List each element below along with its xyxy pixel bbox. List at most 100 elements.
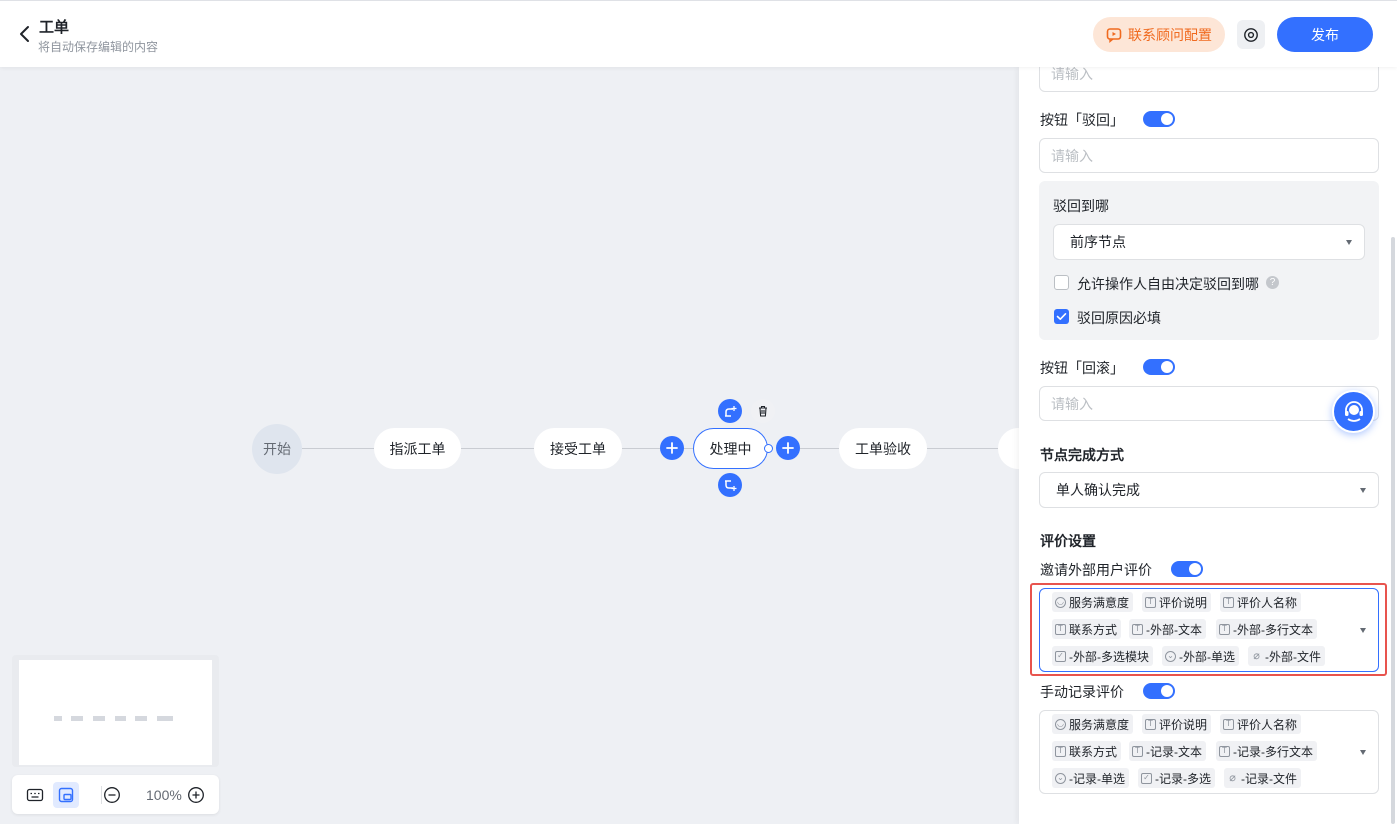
field-tag-label: -外部-文本: [1146, 622, 1202, 637]
help-icon[interactable]: ?: [1266, 276, 1279, 289]
checkmark-icon: [1056, 313, 1067, 320]
field-tag: T 联系方式: [1052, 741, 1122, 761]
flow-node-start[interactable]: 开始: [252, 424, 302, 474]
page-title: 工单: [39, 19, 70, 36]
reason-required-checkbox[interactable]: [1054, 309, 1069, 324]
headset-icon: [1344, 400, 1363, 422]
text-field-icon: T: [1223, 718, 1234, 730]
flow-node-processing[interactable]: 处理中: [693, 428, 768, 469]
invite-external-toggle[interactable]: [1171, 561, 1203, 577]
flow-node-acceptance[interactable]: 工单验收: [839, 428, 927, 469]
field-tag-label: -外部-多行文本: [1233, 622, 1313, 637]
completion-method-value: 单人确认完成: [1056, 482, 1140, 498]
top-header: 工单 将自动保存编辑的内容 联系顾问配置 发布: [0, 0, 1397, 67]
field-tag: ⌄ -记录-单选: [1052, 768, 1129, 788]
radio-field-icon: ⌄: [1165, 650, 1176, 662]
reject-button-text-input[interactable]: 请输入: [1039, 138, 1379, 173]
branch-add-icon: [724, 479, 736, 491]
minimap-node: [54, 716, 62, 721]
text-field-icon: T: [1223, 596, 1234, 608]
text-field-icon: T: [1145, 596, 1156, 608]
field-tag: ⌀ -记录-文件: [1224, 768, 1301, 788]
plus-circle-icon: [188, 787, 204, 803]
connection-port[interactable]: [764, 444, 773, 453]
field-tag: T -外部-多行文本: [1216, 619, 1317, 639]
field-tag: ✓ -记录-多选: [1138, 768, 1215, 788]
eye-icon: [1244, 27, 1258, 42]
field-tag: T 评价说明: [1142, 714, 1212, 734]
text-field-icon: T: [1219, 623, 1230, 635]
add-node-after-button[interactable]: [776, 436, 800, 460]
zoom-level: 100%: [146, 787, 182, 803]
zoom-in-button[interactable]: [183, 782, 209, 808]
completion-method-select[interactable]: 单人确认完成: [1039, 472, 1379, 508]
flow-connector: [622, 448, 660, 449]
rollback-button-toggle[interactable]: [1143, 359, 1175, 375]
minus-circle-icon: [104, 787, 120, 803]
field-tag: T 评价人名称: [1220, 714, 1302, 734]
add-branch-down-button[interactable]: [718, 473, 742, 497]
allow-free-choice-checkbox[interactable]: [1054, 275, 1069, 290]
field-tag-label: 联系方式: [1069, 744, 1118, 759]
reason-required-label: 驳回原因必填: [1077, 310, 1161, 326]
field-tag: ⌀ -外部-文件: [1248, 646, 1325, 666]
plus-icon: [782, 442, 794, 454]
satisfaction-icon: ◡: [1055, 596, 1066, 608]
back-arrow-icon[interactable]: [18, 25, 32, 43]
field-tag: T -记录-多行文本: [1216, 741, 1317, 761]
minimap-toggle-button[interactable]: [53, 782, 79, 808]
allow-free-choice-label: 允许操作人自由决定驳回到哪: [1077, 276, 1259, 292]
completion-method-title: 节点完成方式: [1040, 447, 1124, 463]
reject-button-toggle[interactable]: [1143, 111, 1175, 127]
delete-node-button[interactable]: [751, 399, 775, 423]
field-tag: T 联系方式: [1052, 619, 1122, 639]
rollback-button-text-input[interactable]: 请输入: [1039, 386, 1379, 421]
field-tag-label: 评价说明: [1159, 595, 1208, 610]
flow-node-accept[interactable]: 接受工单: [534, 428, 622, 469]
autosave-hint: 将自动保存编辑的内容: [38, 40, 159, 54]
preview-button[interactable]: [1237, 20, 1265, 49]
field-tag: T -外部-文本: [1129, 619, 1206, 639]
minimap[interactable]: [12, 655, 219, 767]
field-tag: ◡ 服务满意度: [1052, 714, 1134, 734]
text-field-icon: T: [1055, 623, 1066, 635]
add-node-before-button[interactable]: [660, 436, 684, 460]
field-tag-label: -记录-多行文本: [1233, 744, 1313, 759]
contact-consultant-button[interactable]: 联系顾问配置: [1093, 17, 1225, 52]
field-tag-label: -外部-单选: [1179, 649, 1235, 664]
minimap-node: [157, 716, 173, 721]
branch-add-icon: [724, 405, 736, 417]
zoom-out-button[interactable]: [99, 782, 125, 808]
flow-connector: [800, 448, 839, 449]
reject-to-label: 驳回到哪: [1053, 198, 1109, 214]
flow-node-assign[interactable]: 指派工单: [374, 428, 461, 469]
field-tag-label: 服务满意度: [1069, 595, 1130, 610]
field-tag: T 评价人名称: [1220, 592, 1302, 612]
manual-record-label: 手动记录评价: [1040, 684, 1124, 700]
field-tag-label: -外部-多选模块: [1069, 649, 1149, 664]
attachment-icon: ⌀: [1229, 772, 1236, 784]
field-tag-label: -记录-单选: [1069, 771, 1125, 786]
minimap-node: [115, 716, 126, 721]
add-branch-up-button[interactable]: [718, 399, 742, 423]
satisfaction-icon: ◡: [1055, 718, 1066, 730]
video-chat-icon: [1106, 27, 1122, 43]
field-tag-label: -外部-文件: [1265, 649, 1321, 664]
zoom-toolbar: 100%: [12, 775, 219, 814]
keyboard-shortcuts-button[interactable]: [22, 782, 48, 808]
field-tag-label: 服务满意度: [1069, 717, 1130, 732]
minimap-node: [71, 716, 83, 721]
text-field-icon: T: [1132, 745, 1143, 757]
rollback-button-label: 按钮「回滚」: [1040, 360, 1124, 376]
publish-button[interactable]: 发布: [1277, 17, 1373, 52]
invite-external-label: 邀请外部用户评价: [1040, 562, 1152, 578]
field-tag-label: 评价人名称: [1237, 717, 1298, 732]
manual-record-toggle[interactable]: [1143, 683, 1175, 699]
customer-support-button[interactable]: [1332, 390, 1375, 433]
panel-scrollbar[interactable]: [1391, 237, 1395, 824]
field-tag-label: 评价人名称: [1237, 595, 1298, 610]
field-tag-label: -记录-多选: [1155, 771, 1211, 786]
minimap-viewport[interactable]: [19, 660, 212, 765]
trash-icon: [759, 405, 767, 417]
reject-to-select[interactable]: 前序节点: [1053, 224, 1365, 260]
